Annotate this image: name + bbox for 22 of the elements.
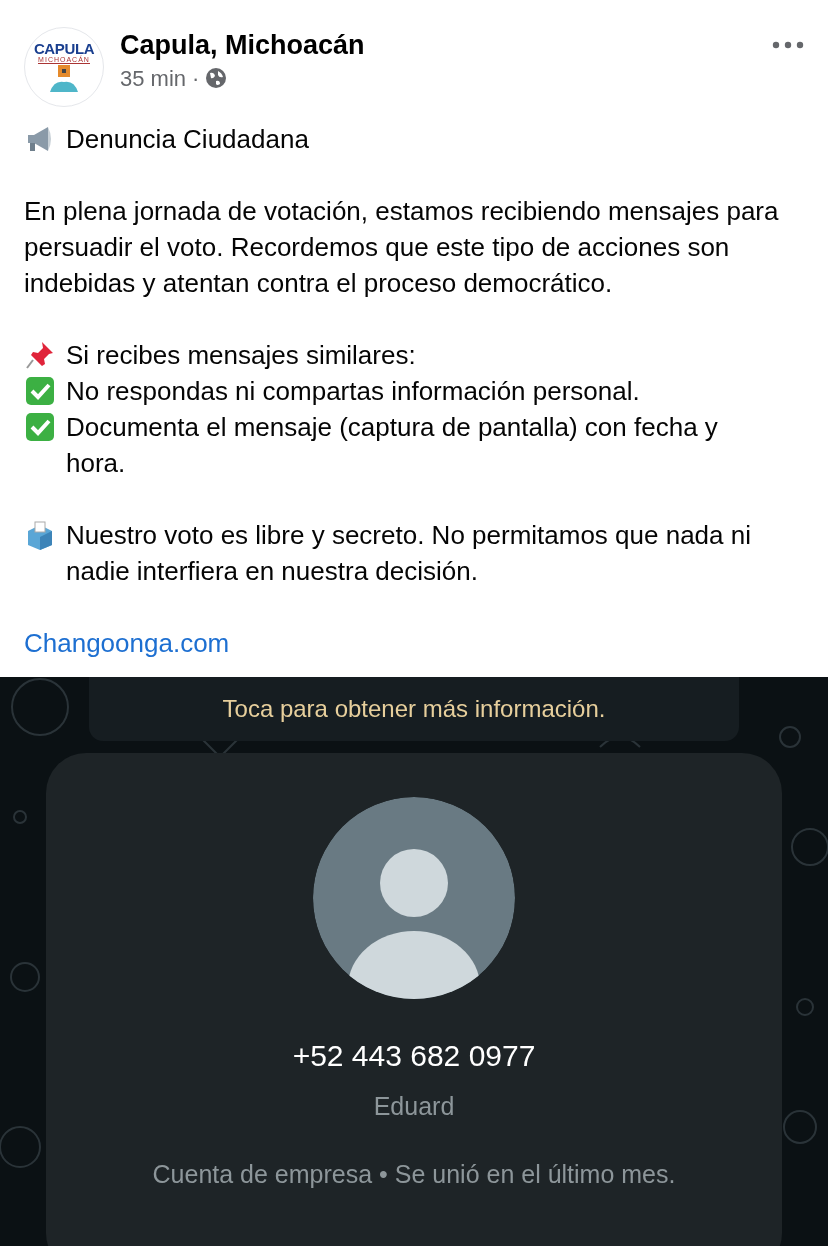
post-time[interactable]: 35 min xyxy=(120,61,187,95)
logo-text: CAPULA xyxy=(33,40,95,56)
account-info: Cuenta de empresa • Se unió en el último mes. xyxy=(152,1158,676,1190)
pushpin-icon xyxy=(24,339,56,371)
checkmark-icon xyxy=(24,411,56,443)
post-line: Si recibes mensajes similares: xyxy=(66,339,416,372)
post-heading: Denuncia Ciudadana xyxy=(66,123,309,156)
more-options-icon[interactable] xyxy=(772,41,804,49)
post-line: Nuestro voto es libre y secreto. No permitamos que nada ni nadie interfiera en nuestra decisión. xyxy=(66,519,752,588)
post-line: No respondas ni compartas información personal. xyxy=(66,375,640,408)
separator: · xyxy=(192,64,200,93)
globe-icon xyxy=(205,67,228,89)
post-line: Documenta el mensaje (captura de pantalla) con fecha y hora. xyxy=(66,411,719,480)
notice-text: Toca para obtener más información. xyxy=(222,694,606,724)
phone-number: +52 443 682 0977 xyxy=(292,1038,536,1074)
info-banner[interactable]: Toca para obtener más información. xyxy=(89,677,739,741)
checkmark-icon xyxy=(24,375,56,407)
link[interactable]: Changoonga.com xyxy=(24,625,230,661)
contact-name: Eduard xyxy=(373,1091,455,1122)
post-paragraph: En plena jornada de votación, estamos recibiendo mensajes para persuadir el voto. Recordemos que este tipo de acciones son indebidas y atentan contra el proceso democrático. xyxy=(24,195,780,300)
page-name[interactable]: Capula, Michoacán xyxy=(120,27,756,62)
avatar-icon xyxy=(313,797,515,999)
